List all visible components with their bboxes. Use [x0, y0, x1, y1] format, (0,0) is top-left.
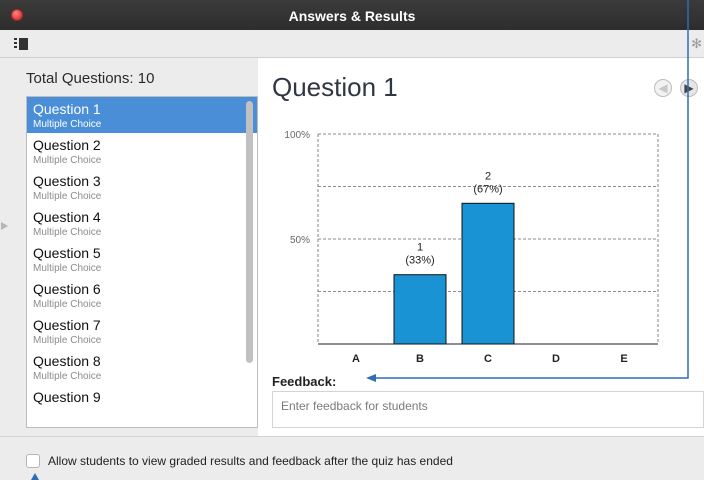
question-item-type: Multiple Choice — [33, 263, 102, 274]
allow-results-label: Allow students to view graded results an… — [48, 454, 453, 468]
question-list-item[interactable]: Question 2 Multiple Choice — [27, 133, 257, 169]
question-item-title: Question 8 — [33, 353, 101, 369]
question-item-title: Question 4 — [33, 209, 101, 225]
x-tick-label: D — [552, 353, 560, 365]
question-item-title: Question 5 — [33, 245, 101, 261]
question-list-item[interactable]: Question 6 Multiple Choice — [27, 277, 257, 313]
question-item-type: Multiple Choice — [33, 191, 102, 202]
question-list[interactable]: Question 1 Multiple Choice Question 2 Multi… — [26, 96, 258, 428]
title-bar: Answers & Results — [0, 0, 704, 30]
question-list-item[interactable]: Question 7 Multiple Choice — [27, 313, 257, 349]
bar-value-label: 2 — [485, 170, 491, 182]
question-list-item[interactable]: Question 9 — [27, 385, 257, 421]
question-item-title: Question 1 — [33, 101, 101, 117]
window-title: Answers & Results — [288, 8, 416, 24]
question-item-type: Multiple Choice — [33, 227, 102, 238]
feedback-input[interactable]: Enter feedback for students — [272, 391, 704, 428]
allow-results-checkbox[interactable] — [26, 454, 40, 468]
toolbar: ✻ — [0, 30, 704, 58]
question-item-title: Question 7 — [33, 317, 101, 333]
question-detail-panel: Question 1 ◀ ▶ 50% 100% A 1 (33%) B 2 (67%) C D E … — [258, 58, 704, 436]
question-title: Question 1 — [272, 72, 398, 102]
bar-value-label: (67%) — [473, 183, 502, 195]
question-item-type: Multiple Choice — [33, 371, 102, 382]
question-list-item[interactable]: Question 5 Multiple Choice — [27, 241, 257, 277]
bar-value-label: (33%) — [405, 255, 434, 267]
question-list-item[interactable]: Question 8 Multiple Choice — [27, 349, 257, 385]
x-tick-label: B — [416, 353, 424, 365]
question-item-type: Multiple Choice — [33, 299, 102, 310]
question-item-title: Question 2 — [33, 137, 101, 153]
bar — [393, 274, 447, 345]
x-tick-label: C — [484, 353, 492, 365]
question-sidebar: Total Questions: 10 Question 1 Multiple C… — [14, 58, 258, 436]
question-item-title: Question 3 — [33, 173, 101, 189]
bar-value-label: 1 — [417, 242, 423, 254]
x-tick-label: E — [620, 353, 627, 365]
x-tick-label: A — [352, 353, 360, 365]
scrollbar-thumb[interactable] — [246, 101, 253, 363]
left-edge-arrow-icon — [1, 222, 8, 230]
total-questions-label: Total Questions: 10 — [26, 70, 155, 87]
question-item-type: Multiple Choice — [33, 155, 102, 166]
question-item-type: Multiple Choice — [33, 119, 102, 130]
next-question-icon[interactable]: ▶ — [680, 79, 698, 97]
toolbar-overflow-icon[interactable]: ✻ — [691, 36, 702, 52]
y-tick-label: 100% — [284, 130, 310, 141]
previous-question-icon[interactable]: ◀ — [654, 79, 672, 97]
y-tick-label: 50% — [290, 235, 310, 246]
question-list-item[interactable]: Question 3 Multiple Choice — [27, 169, 257, 205]
question-list-item[interactable]: Question 1 Multiple Choice — [27, 97, 257, 133]
question-item-title: Question 9 — [33, 389, 101, 405]
question-list-item[interactable]: Question 4 Multiple Choice — [27, 205, 257, 241]
question-item-title: Question 6 — [33, 281, 101, 297]
bar — [461, 202, 515, 345]
question-item-type: Multiple Choice — [33, 335, 102, 346]
feedback-label: Feedback: — [272, 374, 337, 389]
sidebar-toggle-icon[interactable] — [14, 38, 28, 50]
footer-bar: Allow students to view graded results an… — [0, 436, 704, 480]
answer-distribution-chart: 50% 100% A 1(33%) B 2(67%) C D E — [284, 130, 659, 365]
